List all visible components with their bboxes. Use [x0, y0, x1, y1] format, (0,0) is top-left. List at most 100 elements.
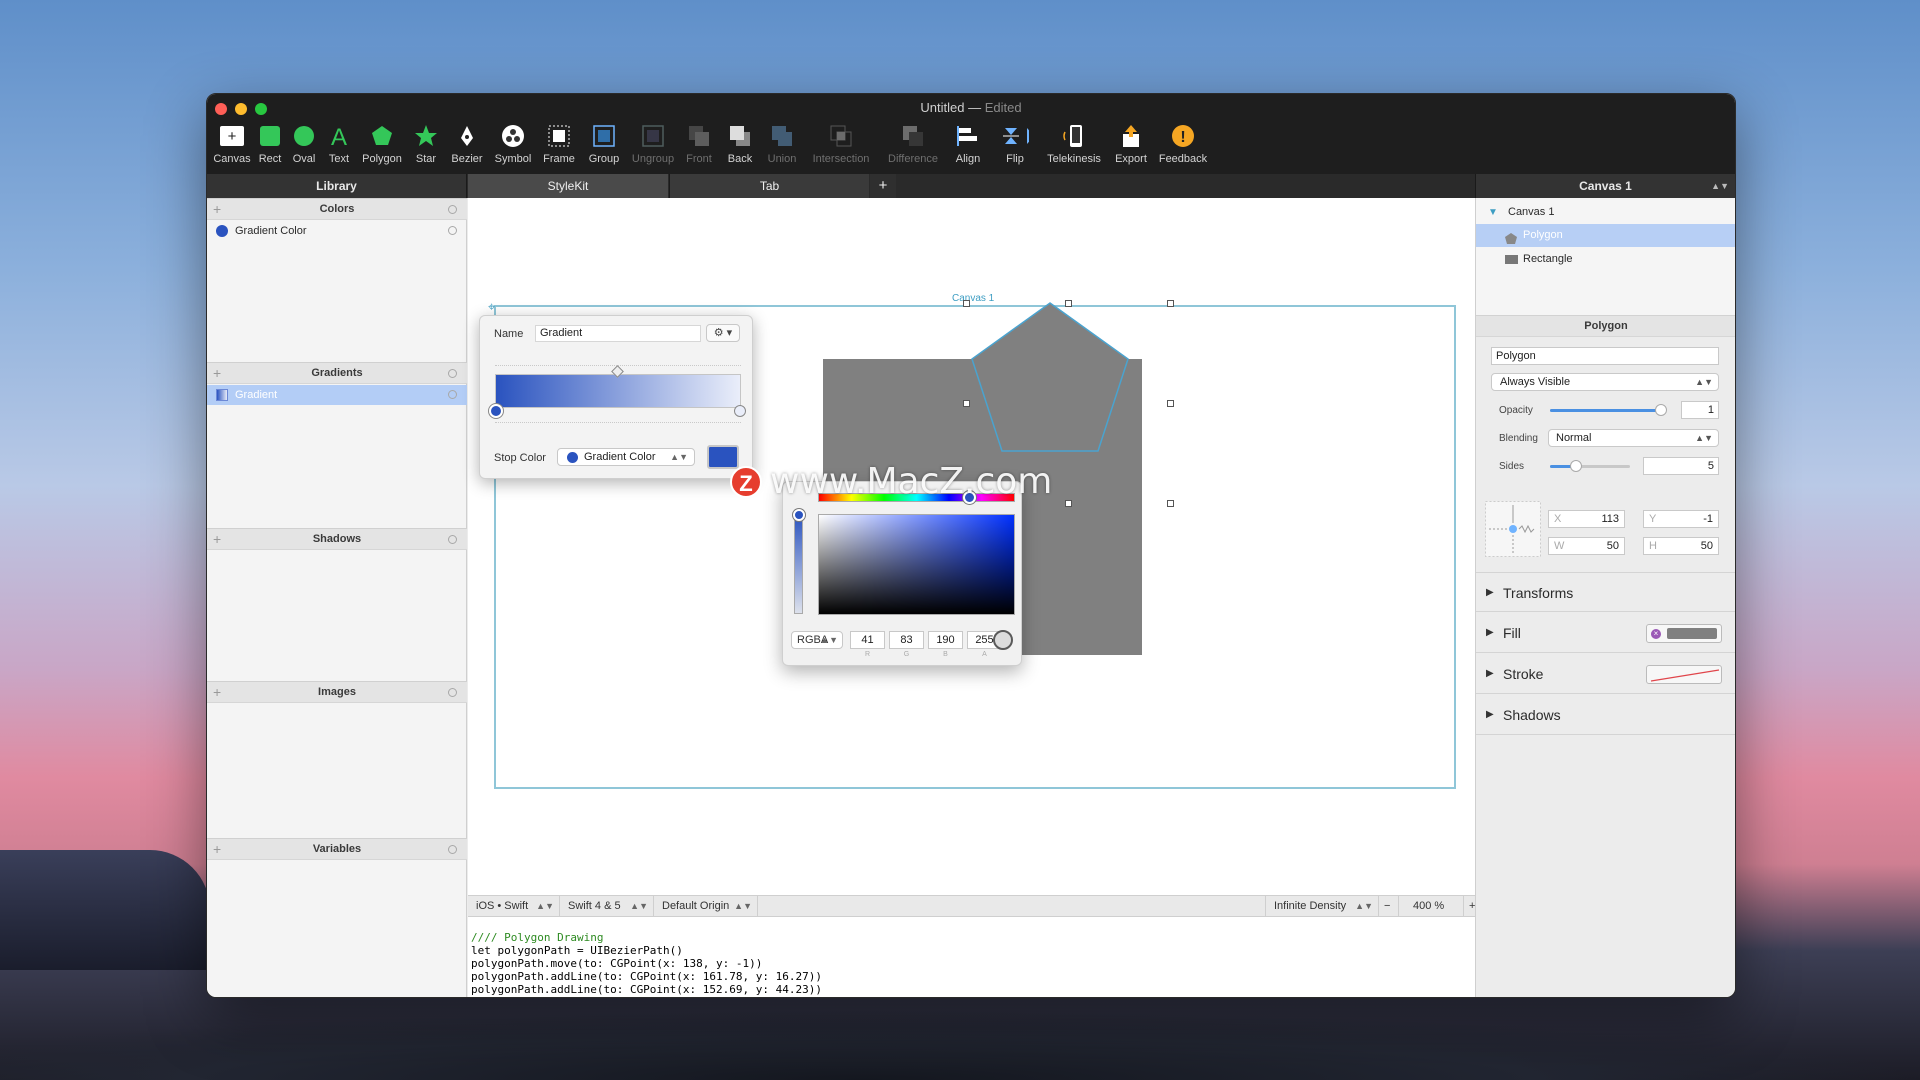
gradient-preview-bar[interactable] [495, 374, 741, 408]
text-tool[interactable]: A Text [321, 122, 357, 172]
oval-tool[interactable]: Oval [287, 122, 321, 172]
height-field[interactable]: H 50 [1643, 537, 1719, 555]
feedback-tool[interactable]: ! Feedback [1155, 122, 1211, 172]
canvas-selector[interactable]: Canvas 1 ▲▼ [1475, 174, 1735, 198]
add-variable-icon[interactable]: + [213, 839, 221, 860]
transforms-section[interactable]: ▶ Transforms [1476, 572, 1735, 612]
shadows-section-header[interactable]: + Shadows [207, 528, 467, 550]
selection-handle[interactable] [1065, 500, 1072, 507]
saturation-brightness-field[interactable] [818, 514, 1015, 615]
gear-icon[interactable]: ⚙ ▾ [706, 324, 740, 342]
section-options-icon[interactable] [448, 688, 457, 697]
images-section-header[interactable]: + Images [207, 681, 467, 703]
tab-tab[interactable]: Tab [669, 174, 869, 198]
bezier-tool[interactable]: Bezier [445, 122, 489, 172]
add-color-icon[interactable]: + [213, 199, 221, 220]
back-tool[interactable]: Back [719, 122, 761, 172]
selection-handle[interactable] [963, 300, 970, 307]
selection-handle[interactable] [1167, 500, 1174, 507]
selection-handle[interactable] [1167, 300, 1174, 307]
opacity-field[interactable]: 1 [1681, 401, 1719, 419]
library-color-item[interactable]: Gradient Color [207, 221, 467, 241]
front-tool[interactable]: Front [679, 122, 719, 172]
disclosure-triangle-icon[interactable]: ▶ [1486, 613, 1494, 653]
disclosure-triangle-icon[interactable]: ▼ [1488, 201, 1498, 224]
platform-select[interactable]: iOS • Swift ▲▼ [468, 896, 560, 918]
section-options-icon[interactable] [448, 535, 457, 544]
drawing-area[interactable]: Canvas 1 ⌖ Name Gradient ⚙ ▾ Stop Color [468, 198, 1484, 895]
group-tool[interactable]: Group [581, 122, 627, 172]
y-field[interactable]: Y -1 [1643, 510, 1719, 528]
add-gradient-icon[interactable]: + [213, 363, 221, 384]
add-tab-button[interactable]: + [870, 174, 896, 198]
colors-section-header[interactable]: + Colors [207, 198, 467, 220]
canvas-tool[interactable]: + Canvas [211, 122, 253, 172]
remove-fill-icon[interactable]: × [1651, 629, 1661, 639]
ungroup-tool[interactable]: Ungroup [627, 122, 679, 172]
fill-section[interactable]: ▶ Fill × [1476, 613, 1735, 653]
fill-color-well[interactable]: × [1646, 624, 1722, 643]
frame-tool[interactable]: Frame [537, 122, 581, 172]
gradients-section-header[interactable]: + Gradients [207, 362, 467, 384]
opacity-slider[interactable] [1550, 404, 1667, 416]
item-options-icon[interactable] [448, 226, 457, 235]
disclosure-triangle-icon[interactable]: ▶ [1486, 654, 1494, 694]
x-field[interactable]: X 113 [1548, 510, 1625, 528]
tab-stylekit[interactable]: StyleKit [468, 174, 668, 198]
red-field[interactable]: 41 [850, 631, 885, 649]
gradient-name-field[interactable]: Gradient [535, 325, 701, 342]
green-field[interactable]: 83 [889, 631, 924, 649]
blue-field[interactable]: 190 [928, 631, 963, 649]
flip-tool[interactable]: Flip [989, 122, 1041, 172]
visibility-select[interactable]: Always Visible ▲▼ [1491, 373, 1719, 391]
code-view[interactable]: //// Polygon Drawing let polygonPath = UI… [468, 917, 1484, 997]
slider-knob[interactable] [1655, 404, 1667, 416]
shape-name-field[interactable]: Polygon [1491, 347, 1719, 365]
alpha-knob[interactable] [793, 509, 805, 521]
origin-select[interactable]: Default Origin ▲▼ [654, 896, 758, 918]
stroke-section[interactable]: ▶ Stroke [1476, 654, 1735, 694]
variables-section-header[interactable]: + Variables [207, 838, 467, 860]
tree-item-canvas[interactable]: ▼ Canvas 1 [1476, 201, 1735, 224]
stop-color-select[interactable]: Gradient Color ▲▼ [557, 448, 695, 466]
intersection-tool[interactable]: Intersection [803, 122, 879, 172]
selection-handle[interactable] [963, 400, 970, 407]
rect-tool[interactable]: Rect [253, 122, 287, 172]
color-mode-select[interactable]: RGBA ▲▼ [791, 631, 843, 649]
export-tool[interactable]: Export [1107, 122, 1155, 172]
item-options-icon[interactable] [448, 390, 457, 399]
zoom-out-button[interactable]: − [1379, 896, 1399, 918]
width-field[interactable]: W 50 [1548, 537, 1625, 555]
resizing-constraints-icon[interactable] [1485, 501, 1541, 557]
sides-slider[interactable] [1550, 460, 1630, 472]
polygon-shape[interactable] [950, 296, 1150, 486]
polygon-tool[interactable]: Polygon [357, 122, 407, 172]
swift-version-select[interactable]: Swift 4 & 5 ▲▼ [560, 896, 654, 918]
add-shadow-icon[interactable]: + [213, 529, 221, 550]
shadows-section[interactable]: ▶ Shadows [1476, 695, 1735, 735]
section-options-icon[interactable] [448, 369, 457, 378]
sides-field[interactable]: 5 [1643, 457, 1719, 475]
disclosure-triangle-icon[interactable]: ▶ [1486, 695, 1494, 735]
gradient-stop-end[interactable] [734, 405, 746, 417]
difference-tool[interactable]: Difference [879, 122, 947, 172]
library-gradient-item[interactable]: Gradient [207, 385, 467, 405]
eyedropper-icon[interactable] [993, 630, 1013, 650]
density-select[interactable]: Infinite Density ▲▼ [1265, 896, 1379, 918]
union-tool[interactable]: Union [761, 122, 803, 172]
align-tool[interactable]: Align [947, 122, 989, 172]
selection-handle[interactable] [1167, 400, 1174, 407]
tree-item-rectangle[interactable]: Rectangle [1476, 248, 1735, 271]
gradient-stop-start[interactable] [489, 404, 503, 418]
star-tool[interactable]: Star [407, 122, 445, 172]
add-image-icon[interactable]: + [213, 682, 221, 703]
section-options-icon[interactable] [448, 845, 457, 854]
blending-select[interactable]: Normal ▲▼ [1548, 429, 1719, 447]
slider-knob[interactable] [1570, 460, 1582, 472]
telekinesis-tool[interactable]: Telekinesis [1041, 122, 1107, 172]
stroke-color-well[interactable] [1646, 665, 1722, 684]
symbol-tool[interactable]: Symbol [489, 122, 537, 172]
alpha-slider[interactable] [794, 513, 803, 614]
selection-handle[interactable] [1065, 300, 1072, 307]
section-options-icon[interactable] [448, 205, 457, 214]
